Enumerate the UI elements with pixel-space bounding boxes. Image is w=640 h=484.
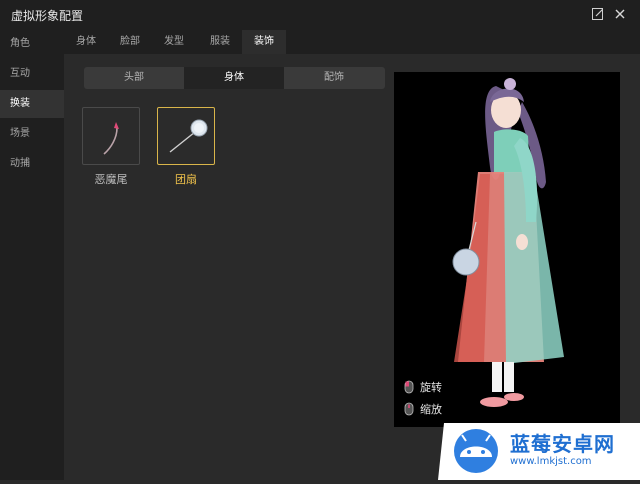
tab-clothing[interactable]: 服装 (202, 30, 238, 54)
round-fan-icon (169, 119, 208, 153)
item-round-fan[interactable] (157, 107, 215, 165)
item-label: 恶魔尾 (94, 173, 128, 186)
title-bar: 虚拟形象配置 (0, 0, 640, 30)
watermark-name: 蓝莓安卓网 (510, 432, 615, 456)
rotate-label: 旋转 (420, 381, 442, 394)
subtab-bar: 头部 身体 配饰 (84, 67, 385, 89)
avatar-figure (452, 78, 564, 407)
sidebar-item-motion-capture[interactable]: 动捕 (0, 150, 64, 178)
subtab-head[interactable]: 头部 (84, 67, 184, 89)
devil-tail-icon (103, 122, 119, 155)
tab-decoration[interactable]: 装饰 (242, 30, 286, 54)
tab-face[interactable]: 脸部 (112, 30, 148, 54)
zoom-label: 缩放 (420, 403, 442, 416)
zoom-control: 缩放 (402, 401, 442, 417)
item-label-selected: 团扇 (175, 173, 197, 186)
item-devil-tail[interactable] (82, 107, 140, 165)
category-tabs: 身体 脸部 发型 服装 装饰 (64, 30, 640, 54)
subtab-accessories[interactable]: 配饰 (284, 67, 384, 89)
sidebar-item-interact[interactable]: 互动 (0, 60, 64, 88)
sidebar-item-role[interactable]: 角色 (0, 30, 64, 58)
rotate-control: 旋转 (402, 379, 442, 395)
avatar-preview[interactable] (394, 72, 620, 427)
mouse-scroll-icon (404, 402, 414, 416)
subtab-body[interactable]: 身体 (184, 67, 284, 89)
sidebar: 角色 互动 换装 场景 动捕 (0, 30, 64, 480)
window-title: 虚拟形象配置 (11, 9, 84, 23)
mouse-left-icon (404, 380, 414, 394)
sidebar-item-scene[interactable]: 场景 (0, 120, 64, 148)
watermark-url: www.lmkjst.com (510, 456, 592, 467)
tab-body[interactable]: 身体 (68, 30, 104, 54)
sidebar-item-dressup[interactable]: 换装 (0, 90, 64, 118)
edit-icon[interactable] (590, 6, 606, 22)
close-icon[interactable] (612, 6, 628, 22)
tab-hairstyle[interactable]: 发型 (156, 30, 192, 54)
